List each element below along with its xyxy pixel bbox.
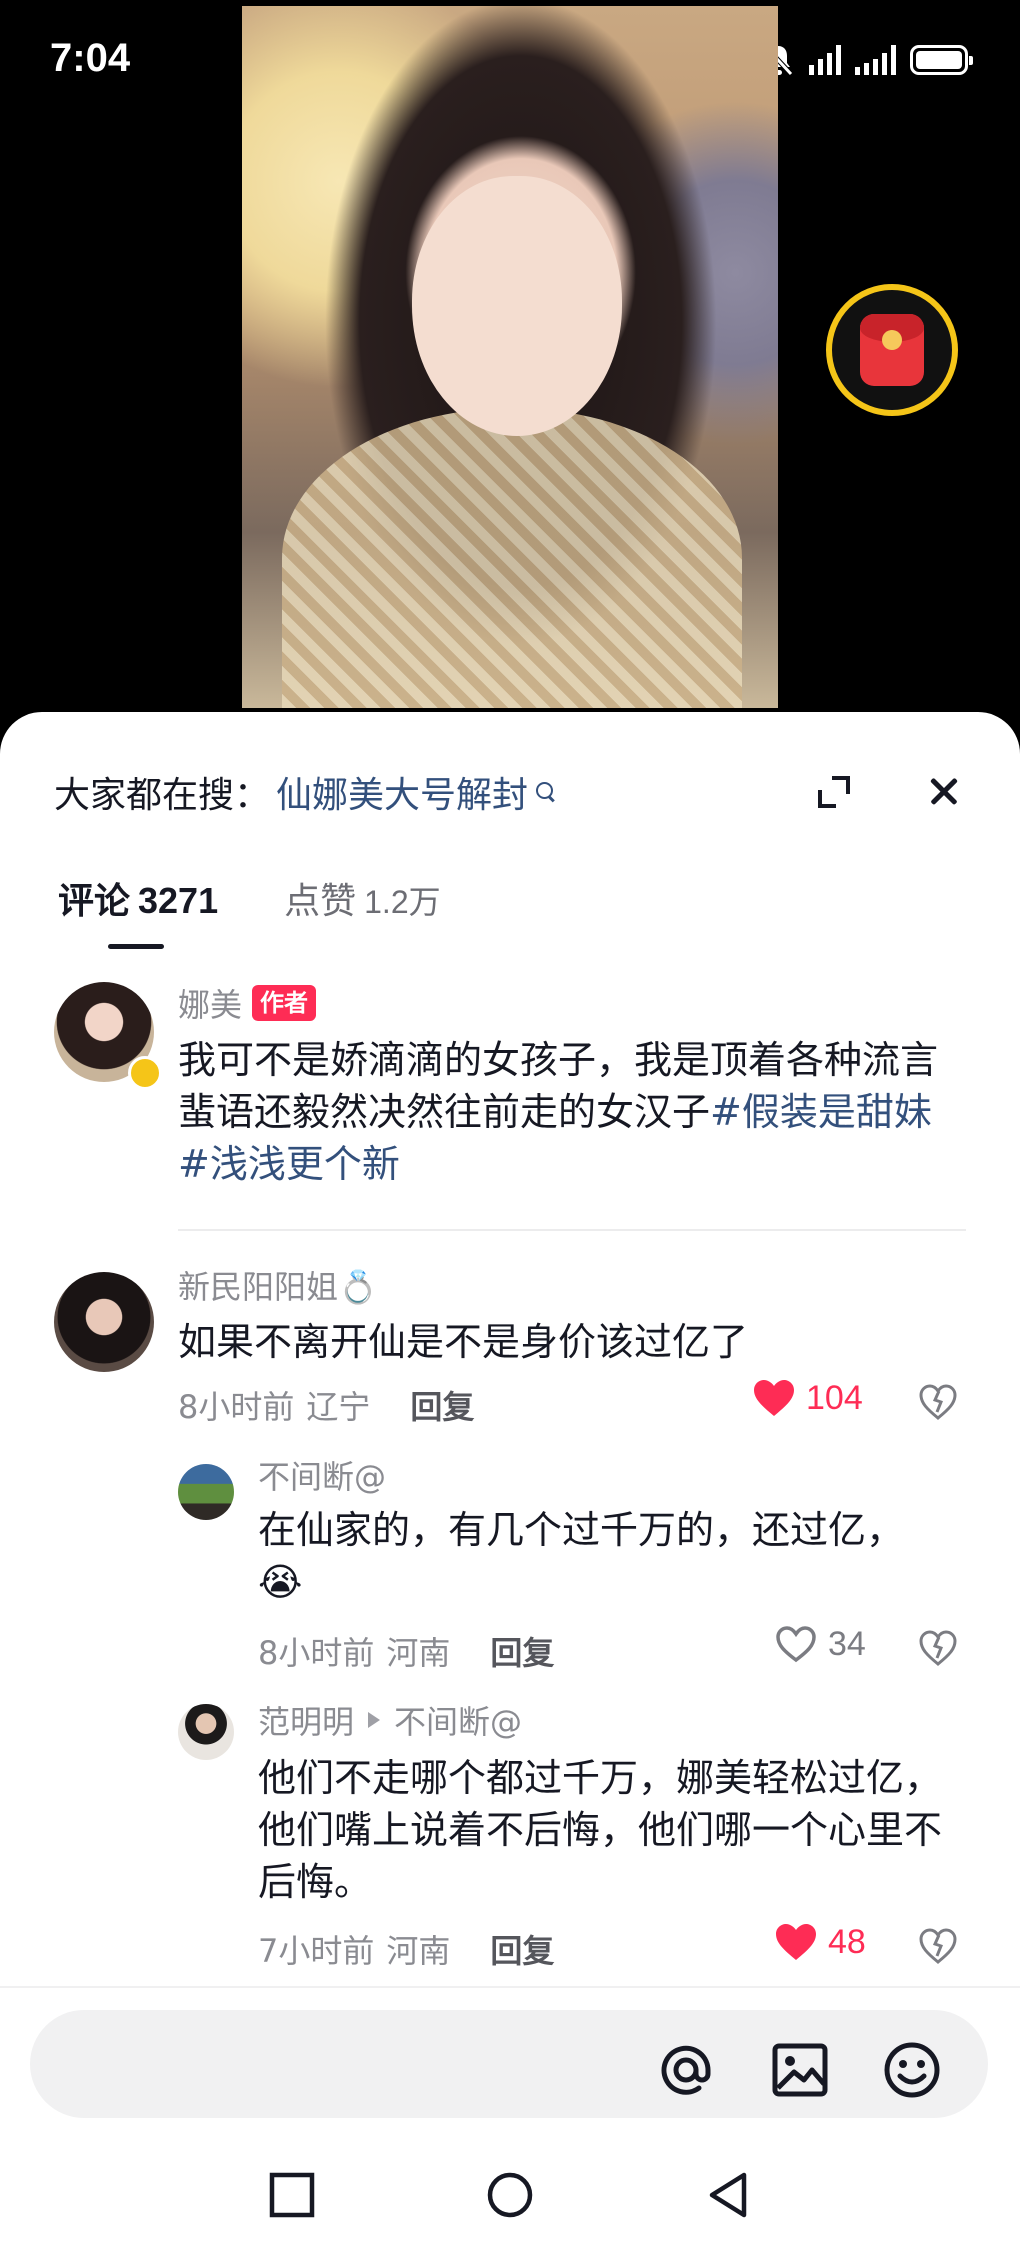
status-icons [761, 38, 973, 82]
signal-icon [809, 45, 841, 75]
like-button[interactable]: 34 [774, 1624, 866, 1664]
tab-likes-label: 点赞 [284, 881, 357, 922]
signal-icon-2 [855, 45, 896, 75]
system-nav-bar [0, 2135, 1020, 2250]
tab-comments[interactable]: 评论 3271 [58, 872, 218, 932]
trending-search: 大家都在搜： 仙娜美大号解封 [54, 762, 556, 822]
comment-username-text: 娜美 [178, 986, 243, 1024]
comment-meta: 7小时前 河南 回复 [258, 1926, 554, 1972]
heart-filled-icon [776, 1924, 816, 1960]
avatar-music-badge [128, 1056, 162, 1090]
video-player[interactable] [242, 6, 778, 708]
like-button[interactable]: 48 [774, 1922, 866, 1962]
expand-icon[interactable] [814, 772, 854, 812]
comment-text: 他们不走哪个都过千万，娜美轻松过亿，他们嘴上说着不后悔，他们哪一个心里不后悔。 [258, 1756, 943, 1904]
dislike-icon[interactable] [918, 1628, 958, 1668]
author-badge: 作者 [252, 985, 317, 1021]
comment-username[interactable]: 范明明 不间断@ [258, 1697, 522, 1743]
emoji-icon[interactable] [882, 2040, 942, 2100]
comment-username-text: 范明明 [258, 1703, 355, 1741]
heart-filled-icon [754, 1380, 794, 1416]
comment-time: 8小时前 [178, 1388, 295, 1426]
tab-comments-label: 评论 [58, 881, 131, 922]
input-divider [0, 1986, 1020, 1988]
video-subject-clothing [282, 408, 742, 708]
comment-text: 如果不离开仙是不是身价该过亿了 [178, 1320, 749, 1364]
reply-button[interactable]: 回复 [410, 1382, 474, 1428]
comment-username[interactable]: 不间断@ [258, 1452, 386, 1498]
like-button[interactable]: 104 [752, 1378, 863, 1418]
heart-outline-icon [776, 1626, 816, 1663]
tab-active-indicator [108, 944, 164, 949]
comment-text: 我可不是娇滴滴的女孩子，我是顶着各种流言蜚语还毅然决然往前走的女汉子#假装是甜妹… [178, 1034, 968, 1190]
red-packet-icon [860, 314, 924, 386]
reply-to-username[interactable]: 不间断@ [394, 1697, 522, 1743]
comment-input-bar [30, 2010, 988, 2118]
avatar[interactable] [54, 1272, 154, 1372]
comment-text-body: 在仙家的，有几个过千万的，还过亿，😭 [258, 1508, 905, 1604]
comment-text: 在仙家的，有几个过千万的，还过亿，😭 [258, 1504, 918, 1608]
comment-location: 辽宁 [306, 1388, 371, 1426]
dislike-icon[interactable] [918, 1926, 958, 1966]
back-icon[interactable] [704, 2171, 752, 2219]
hashtag-link[interactable]: #浅浅更个新 [178, 1142, 400, 1186]
trending-search-term[interactable]: 仙娜美大号解封 [276, 766, 528, 818]
comment-input[interactable] [78, 2036, 642, 2094]
hashtag-link[interactable]: #假装是甜妹 [710, 1090, 932, 1134]
avatar[interactable] [178, 1464, 234, 1520]
comment-username[interactable]: 新民阳阳姐💍 [178, 1262, 378, 1308]
comment-username[interactable]: 娜美 作者 [178, 980, 317, 1026]
avatar[interactable] [178, 1704, 234, 1760]
tab-likes-count: 1.2万 [364, 884, 441, 920]
like-count: 48 [828, 1922, 866, 1961]
status-time: 7:04 [50, 36, 131, 80]
reply-button[interactable]: 回复 [490, 1926, 554, 1972]
red-packet-button[interactable] [826, 284, 958, 416]
comment-location: 河南 [386, 1932, 451, 1970]
image-icon[interactable] [770, 2040, 830, 2100]
comment-meta: 8小时前 辽宁 回复 [178, 1382, 474, 1428]
comment-meta: 8小时前 河南 回复 [258, 1628, 554, 1674]
reply-button[interactable]: 回复 [490, 1628, 554, 1674]
tab-comments-count: 3271 [138, 880, 219, 921]
tab-likes[interactable]: 点赞 1.2万 [284, 872, 441, 932]
comment-time: 8小时前 [258, 1634, 375, 1672]
trending-search-prefix: 大家都在搜： [54, 775, 271, 816]
like-count: 104 [806, 1378, 863, 1417]
reply-arrow-icon [368, 1712, 381, 1728]
home-icon[interactable] [486, 2171, 534, 2219]
divider [178, 1229, 966, 1231]
dislike-icon[interactable] [918, 1382, 958, 1422]
like-count: 34 [828, 1624, 866, 1663]
search-icon[interactable] [536, 782, 556, 802]
comment-time: 7小时前 [258, 1932, 375, 1970]
mention-icon[interactable] [656, 2040, 716, 2100]
comment-location: 河南 [386, 1634, 451, 1672]
close-icon[interactable] [924, 772, 964, 812]
video-subject-face [412, 176, 622, 436]
comment-tabs: 评论 3271 点赞 1.2万 [58, 872, 441, 932]
battery-icon [910, 45, 973, 75]
recent-apps-icon[interactable] [268, 2171, 316, 2219]
